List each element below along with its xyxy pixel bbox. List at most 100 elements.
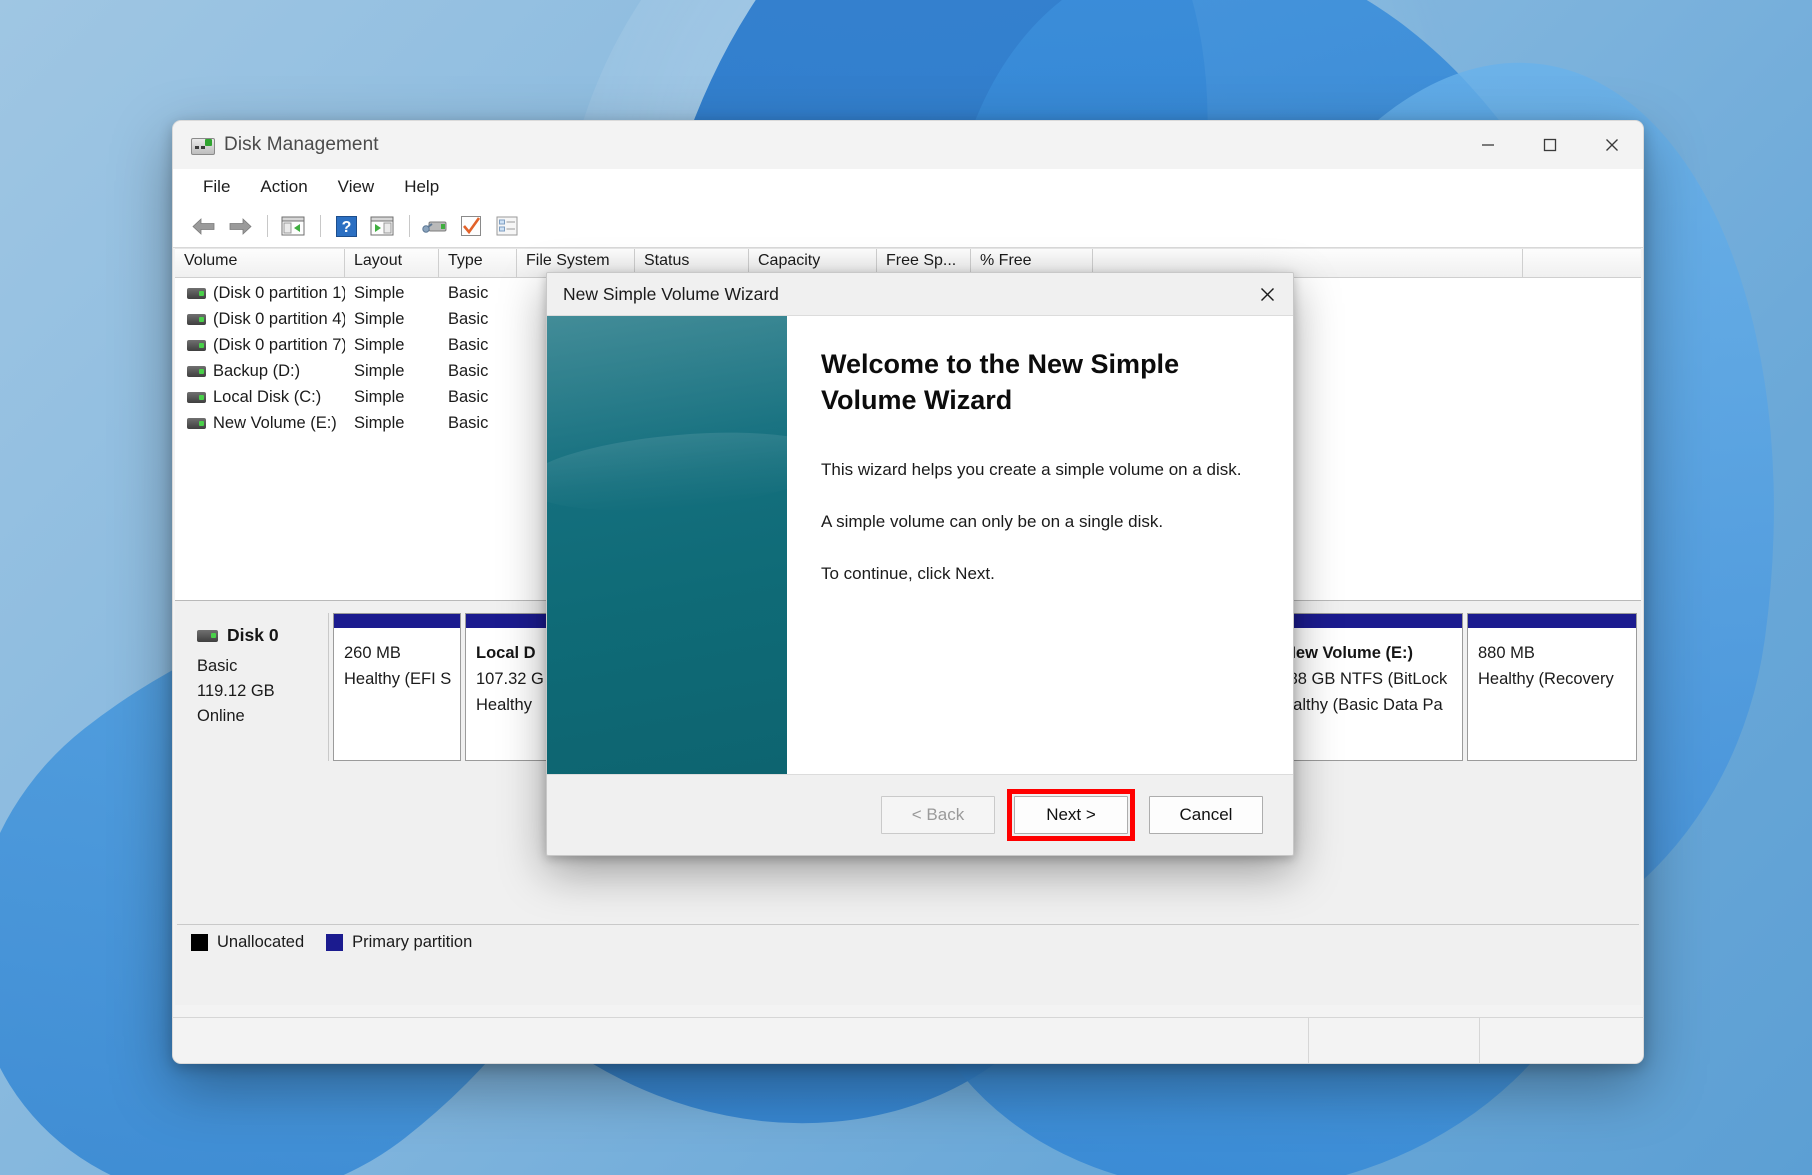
menu-item-help[interactable]: Help [392, 174, 451, 200]
cell-layout: Simple [345, 414, 439, 433]
column-header-type[interactable]: Type [439, 249, 517, 277]
disk-capacity: 119.12 GB [197, 679, 328, 704]
disk-management-icon [191, 135, 213, 155]
close-icon[interactable] [1241, 273, 1293, 315]
partition-legend: Unallocated Primary partition [177, 924, 1639, 959]
legend-swatch-primary-partition [326, 934, 343, 951]
cell-layout: Simple [345, 362, 439, 381]
back-button[interactable]: < Back [881, 796, 995, 834]
menu-item-file[interactable]: File [191, 174, 242, 200]
help-icon[interactable]: ? [329, 211, 363, 241]
cell-volume: New Volume (E:) [175, 414, 345, 433]
partition-color-bar [1274, 614, 1462, 629]
cancel-button[interactable]: Cancel [1149, 796, 1263, 834]
menu-item-action[interactable]: Action [248, 174, 319, 200]
cell-layout: Simple [345, 284, 439, 303]
column-header-layout[interactable]: Layout [345, 249, 439, 277]
wizard-content: Welcome to the New Simple Volume Wizard … [787, 316, 1293, 774]
maximize-icon[interactable] [1519, 121, 1581, 169]
disk-info-panel[interactable]: Disk 0 Basic 119.12 GB Online [179, 613, 329, 761]
volume-drive-icon [187, 418, 206, 429]
cell-type: Basic [439, 362, 517, 381]
wizard-paragraph-1: This wizard helps you create a simple vo… [821, 458, 1259, 482]
statusbar-cell-1 [173, 1018, 1309, 1063]
wizard-paragraph-3: To continue, click Next. [821, 562, 1259, 586]
window-title: Disk Management [224, 134, 379, 156]
menubar: File Action View Help [173, 169, 1643, 205]
legend-label-unallocated: Unallocated [217, 933, 304, 952]
forward-arrow-icon[interactable] [223, 211, 257, 241]
disk-status: Online [197, 704, 328, 729]
minimize-icon[interactable] [1457, 121, 1519, 169]
cell-volume-label: Backup (D:) [213, 362, 300, 381]
partition-size: 880 MB [1478, 640, 1626, 666]
show-hide-action-pane-icon[interactable] [365, 211, 399, 241]
cell-volume: (Disk 0 partition 4) [175, 310, 345, 329]
legend-item-primary-partition: Primary partition [326, 933, 472, 952]
cell-type: Basic [439, 336, 517, 355]
disk-header: Disk 0 [197, 625, 328, 646]
partition-efi[interactable]: 260 MB Healthy (EFI S [333, 613, 461, 761]
wizard-titlebar: New Simple Volume Wizard [547, 273, 1293, 315]
disk-type: Basic [197, 654, 328, 679]
cell-volume: Local Disk (C:) [175, 388, 345, 407]
cell-volume-label: Local Disk (C:) [213, 388, 321, 407]
toolbar: ? [173, 205, 1643, 248]
next-button[interactable]: Next > [1014, 796, 1128, 834]
partition-color-bar [1468, 614, 1636, 629]
legend-item-unallocated: Unallocated [191, 933, 304, 952]
disk-name: Disk 0 [227, 625, 279, 646]
wizard-paragraph-2: A simple volume can only be on a single … [821, 510, 1259, 534]
cell-volume-label: New Volume (E:) [213, 414, 337, 433]
cell-type: Basic [439, 310, 517, 329]
cell-type: Basic [439, 284, 517, 303]
cell-volume: (Disk 0 partition 7) [175, 336, 345, 355]
cell-type: Basic [439, 414, 517, 433]
window-titlebar: Disk Management [173, 121, 1643, 169]
toolbar-separator [409, 215, 410, 237]
volume-drive-icon [187, 340, 206, 351]
menu-item-view[interactable]: View [326, 174, 387, 200]
statusbar-cell-3 [1480, 1018, 1643, 1063]
volume-drive-icon [187, 314, 206, 325]
legend-label-primary-partition: Primary partition [352, 933, 472, 952]
legend-swatch-unallocated [191, 934, 208, 951]
partition-status: ealthy (Basic Data Pa [1284, 692, 1452, 718]
partition-size: .88 GB NTFS (BitLock [1284, 666, 1452, 692]
partition-status: Healthy (EFI S [344, 666, 450, 692]
close-icon[interactable] [1581, 121, 1643, 169]
partition-title: New Volume (E:) [1284, 640, 1452, 666]
cell-layout: Simple [345, 310, 439, 329]
rescan-disks-icon[interactable] [418, 211, 452, 241]
cell-volume-label: (Disk 0 partition 4) [213, 310, 345, 329]
cell-volume-label: (Disk 0 partition 7) [213, 336, 345, 355]
cell-volume: (Disk 0 partition 1) [175, 284, 345, 303]
cell-type: Basic [439, 388, 517, 407]
statusbar-cell-2 [1309, 1018, 1480, 1063]
wizard-banner-image [547, 316, 787, 774]
cell-layout: Simple [345, 388, 439, 407]
partition-status: Healthy (Recovery [1478, 666, 1626, 692]
partition-color-bar [334, 614, 460, 629]
window-controls [1457, 121, 1643, 169]
cell-volume-label: (Disk 0 partition 1) [213, 284, 345, 303]
volume-drive-icon [187, 366, 206, 377]
disk-icon [197, 630, 218, 642]
cell-volume: Backup (D:) [175, 362, 345, 381]
properties-icon[interactable] [454, 211, 488, 241]
column-header-volume[interactable]: Volume [175, 249, 345, 277]
show-hide-console-tree-icon[interactable] [276, 211, 310, 241]
toolbar-separator [320, 215, 321, 237]
wizard-heading: Welcome to the New Simple Volume Wizard [821, 346, 1251, 418]
volume-drive-icon [187, 288, 206, 299]
partition-new-volume-e[interactable]: New Volume (E:) .88 GB NTFS (BitLock eal… [1273, 613, 1463, 761]
back-arrow-icon[interactable] [187, 211, 221, 241]
wizard-footer: < Back Next > Cancel [547, 774, 1293, 854]
new-simple-volume-wizard-dialog: New Simple Volume Wizard Welcome to the … [546, 272, 1294, 856]
statusbar [173, 1017, 1643, 1063]
svg-text:?: ? [341, 219, 351, 236]
cell-layout: Simple [345, 336, 439, 355]
partition-recovery[interactable]: 880 MB Healthy (Recovery [1467, 613, 1637, 761]
list-view-icon[interactable] [490, 211, 524, 241]
partition-size: 260 MB [344, 640, 450, 666]
